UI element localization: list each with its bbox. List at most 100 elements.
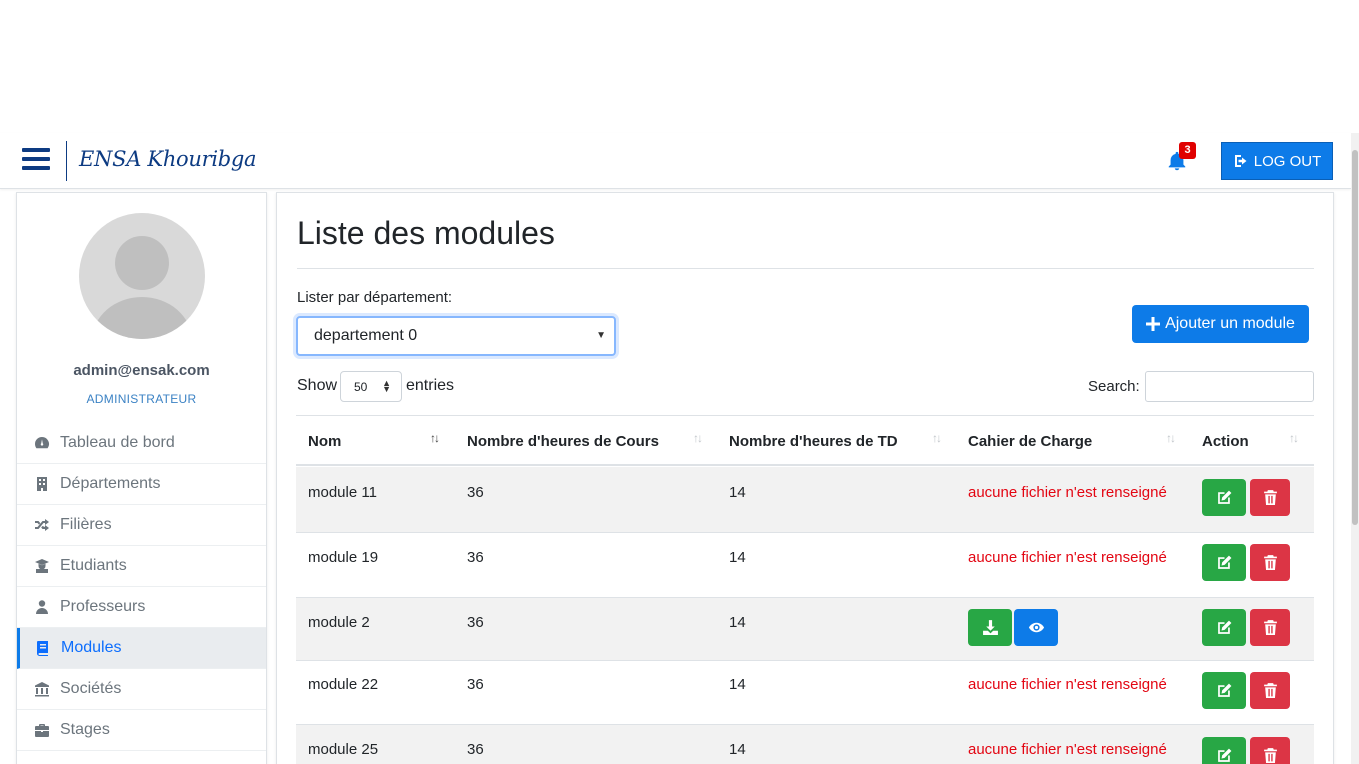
column-header-nom[interactable]: Nom bbox=[308, 433, 341, 450]
dashboard-icon bbox=[34, 435, 50, 451]
user-role: ADMINISTRATEUR bbox=[86, 392, 197, 406]
add-module-button[interactable]: Ajouter un module bbox=[1132, 305, 1309, 343]
sidebar-item-tableau-de-bord[interactable]: Tableau de bord bbox=[17, 423, 266, 464]
edit-button[interactable] bbox=[1202, 479, 1246, 516]
edit-button[interactable] bbox=[1202, 672, 1246, 709]
entries-label: entries bbox=[406, 377, 455, 394]
module-name: module 19 bbox=[308, 549, 379, 566]
add-module-label: Ajouter un module bbox=[1165, 315, 1295, 332]
updown-arrow-icon: ▲ ▼ bbox=[382, 378, 391, 394]
module-name: module 11 bbox=[308, 484, 377, 501]
hours-cours: 36 bbox=[467, 484, 484, 501]
book-icon bbox=[35, 640, 51, 656]
view-button[interactable] bbox=[1014, 609, 1058, 646]
trash-icon bbox=[1262, 747, 1279, 764]
column-header-cahier[interactable]: Cahier de Charge bbox=[968, 433, 1092, 450]
edit-button[interactable] bbox=[1202, 737, 1246, 764]
module-name: module 22 bbox=[308, 676, 379, 693]
sidebar-item-professeurs[interactable]: Professeurs bbox=[17, 587, 266, 628]
trash-icon bbox=[1262, 489, 1279, 506]
table-row: module 22 36 14 aucune fichier n'est ren… bbox=[296, 661, 1314, 725]
title-divider bbox=[297, 268, 1314, 269]
sidebar-item-label: Modules bbox=[61, 639, 122, 656]
edit-icon bbox=[1216, 747, 1233, 764]
sort-icon: ↑↓ bbox=[1289, 431, 1299, 445]
sidebar: admin@ensak.com ADMINISTRATEUR Tableau d… bbox=[16, 192, 267, 764]
brand-title[interactable]: ENSA Khouribga bbox=[79, 147, 257, 171]
logout-label: LOG OUT bbox=[1253, 152, 1322, 170]
top-navbar: ENSA Khouribga 3 LOG OUT bbox=[0, 133, 1351, 189]
table-header: Nom ↑↓ Nombre d'heures de Cours ↑↓ Nombr… bbox=[296, 416, 1314, 466]
avatar bbox=[79, 213, 205, 339]
table-row: module 11 36 14 aucune fichier n'est ren… bbox=[296, 467, 1314, 533]
logout-icon bbox=[1233, 153, 1249, 169]
hours-td: 14 bbox=[729, 484, 746, 501]
teacher-icon bbox=[34, 599, 50, 615]
chevron-down-icon: ▼ bbox=[596, 330, 606, 341]
hamburger-menu-icon[interactable] bbox=[22, 148, 50, 172]
table-row: module 19 36 14 aucune fichier n'est ren… bbox=[296, 533, 1314, 598]
delete-button[interactable] bbox=[1250, 609, 1290, 646]
page-length-select[interactable]: 50 ▲ ▼ bbox=[340, 371, 402, 402]
sidebar-item-label: Etudiants bbox=[60, 557, 127, 574]
bank-icon bbox=[34, 681, 50, 697]
edit-icon bbox=[1216, 554, 1233, 571]
delete-button[interactable] bbox=[1250, 479, 1290, 516]
sidebar-item-label: Stages bbox=[60, 721, 110, 738]
hours-cours: 36 bbox=[467, 676, 484, 693]
cahier-status: aucune fichier n'est renseigné bbox=[968, 484, 1167, 501]
hours-cours: 36 bbox=[467, 741, 484, 758]
module-name: module 2 bbox=[308, 614, 370, 631]
sidebar-item-etudiants[interactable]: Etudiants bbox=[17, 546, 266, 587]
edit-icon bbox=[1216, 619, 1233, 636]
module-name: module 25 bbox=[308, 741, 379, 758]
sidebar-item-label: Filières bbox=[60, 516, 112, 533]
sidebar-item-modules[interactable]: Modules bbox=[17, 628, 266, 669]
cahier-status: aucune fichier n'est renseigné bbox=[968, 741, 1167, 758]
search-input[interactable] bbox=[1145, 371, 1314, 402]
delete-button[interactable] bbox=[1250, 672, 1290, 709]
table-row: module 25 36 14 aucune fichier n'est ren… bbox=[296, 725, 1314, 764]
download-button[interactable] bbox=[968, 609, 1012, 646]
sort-icon: ↑↓ bbox=[430, 431, 440, 445]
page: ENSA Khouribga 3 LOG OUT admin@ensak.com… bbox=[0, 0, 1359, 764]
sort-icon: ↑↓ bbox=[693, 431, 703, 445]
column-header-action[interactable]: Action bbox=[1202, 433, 1249, 450]
download-icon bbox=[982, 619, 999, 636]
show-label: Show bbox=[297, 377, 338, 394]
delete-button[interactable] bbox=[1250, 544, 1290, 581]
table-row: module 2 36 14 bbox=[296, 598, 1314, 661]
hours-td: 14 bbox=[729, 741, 746, 758]
cahier-status: aucune fichier n'est renseigné bbox=[968, 549, 1167, 566]
delete-button[interactable] bbox=[1250, 737, 1290, 764]
briefcase-icon bbox=[34, 722, 50, 738]
department-select[interactable]: departement 0 ▼ bbox=[296, 316, 616, 356]
trash-icon bbox=[1262, 682, 1279, 699]
cahier-status: aucune fichier n'est renseigné bbox=[968, 676, 1167, 693]
edit-icon bbox=[1216, 682, 1233, 699]
trash-icon bbox=[1262, 554, 1279, 571]
sidebar-item-filieres[interactable]: Filières bbox=[17, 505, 266, 546]
column-header-cours[interactable]: Nombre d'heures de Cours bbox=[467, 433, 659, 450]
sort-icon: ↑↓ bbox=[1166, 431, 1176, 445]
department-select-value: departement 0 bbox=[314, 327, 418, 344]
edit-button[interactable] bbox=[1202, 609, 1246, 646]
hours-td: 14 bbox=[729, 614, 746, 631]
page-scrollbar-thumb[interactable] bbox=[1352, 150, 1358, 525]
sidebar-item-departements[interactable]: Départements bbox=[17, 464, 266, 505]
hours-td: 14 bbox=[729, 549, 746, 566]
column-header-td[interactable]: Nombre d'heures de TD bbox=[729, 433, 898, 450]
sidebar-item-label: Départements bbox=[60, 475, 161, 492]
sidebar-item-label: Tableau de bord bbox=[60, 434, 175, 451]
page-title: Liste des modules bbox=[297, 215, 555, 251]
sort-icon: ↑↓ bbox=[932, 431, 942, 445]
trash-icon bbox=[1262, 619, 1279, 636]
shuffle-icon bbox=[34, 517, 50, 533]
sidebar-item-label: Sociétés bbox=[60, 680, 122, 697]
edit-button[interactable] bbox=[1202, 544, 1246, 581]
sidebar-item-stages[interactable]: Stages bbox=[17, 710, 266, 751]
sidebar-item-societes[interactable]: Sociétés bbox=[17, 669, 266, 710]
page-length-value: 50 bbox=[354, 379, 368, 394]
logout-button[interactable]: LOG OUT bbox=[1221, 142, 1333, 180]
search-label: Search: bbox=[1088, 378, 1140, 395]
